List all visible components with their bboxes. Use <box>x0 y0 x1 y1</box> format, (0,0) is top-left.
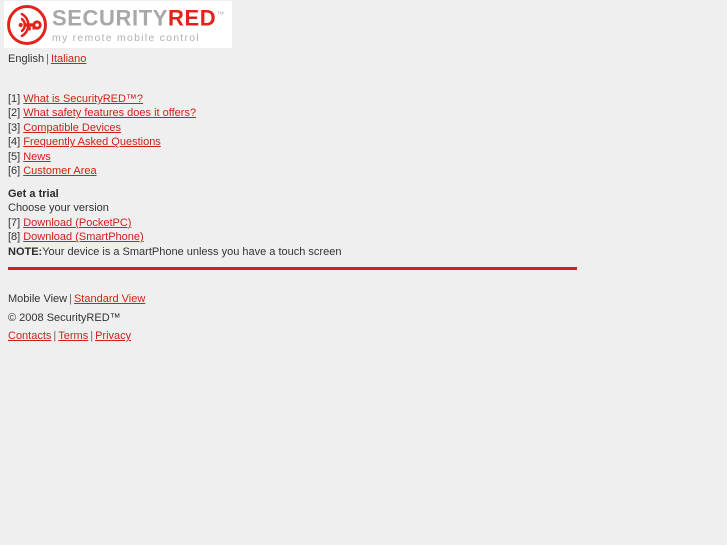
nav-item-faq: [4] Frequently Asked Questions <box>8 135 196 149</box>
logo-tagline: my remote mobile control <box>52 32 200 45</box>
nav-link-compatible-devices[interactable]: Compatible Devices <box>23 122 121 134</box>
nav-item-number: [4] <box>8 136 21 149</box>
nav-item-news: [5] News <box>8 150 196 164</box>
securityred-signal-key-logo-icon <box>7 4 47 45</box>
view-separator: | <box>69 293 72 305</box>
note-label: NOTE: <box>8 245 43 258</box>
logo-brand-name: SECURITYRED™ <box>52 4 224 29</box>
footer-links: Contacts | Terms | Privacy <box>8 327 145 346</box>
nav-item-number: [3] <box>8 121 21 134</box>
nav-link-what-is-securityred[interactable]: What is SecurityRED™? <box>23 93 143 105</box>
footer-link-terms[interactable]: Terms <box>58 330 88 342</box>
logo-trademark-symbol: ™ <box>216 9 225 19</box>
nav-item-number: [5] <box>8 150 21 163</box>
nav-item-customer-area: [6] Customer Area <box>8 164 196 178</box>
device-note: NOTE:Your device is a SmartPhone unless … <box>8 245 341 259</box>
language-current-english: English <box>8 53 45 65</box>
site-logo-banner[interactable]: SECURITYRED™ my remote mobile control <box>4 1 232 48</box>
nav-link-safety-features[interactable]: What safety features does it offers? <box>23 107 196 119</box>
download-item-smartphone: [8] Download (SmartPhone) <box>8 230 341 244</box>
logo-wordmark: SECURITYRED™ my remote mobile control <box>52 4 224 45</box>
download-link-pocketpc[interactable]: Download (PocketPC) <box>23 217 131 229</box>
get-a-trial-heading: Get a trial <box>8 188 59 200</box>
download-item-number: [7] <box>8 216 21 229</box>
nav-link-news[interactable]: News <box>23 151 51 163</box>
download-item-number: [8] <box>8 231 21 244</box>
language-separator: | <box>46 53 49 65</box>
footer-link-contacts[interactable]: Contacts <box>8 330 51 342</box>
nav-link-faq[interactable]: Frequently Asked Questions <box>23 136 161 148</box>
download-item-pocketpc: [7] Download (PocketPC) <box>8 216 341 230</box>
get-a-trial-section: Get a trial Choose your version [7] Downl… <box>8 187 341 259</box>
nav-item-number: [1] <box>8 93 21 105</box>
language-link-italiano[interactable]: Italiano <box>51 53 86 65</box>
nav-item-number: [6] <box>8 165 21 178</box>
language-switcher: English | Italiano <box>8 53 86 65</box>
view-link-standard[interactable]: Standard View <box>74 293 145 305</box>
nav-item-what-is: [1] What is SecurityRED™? <box>8 92 196 106</box>
nav-item-number: [2] <box>8 107 21 120</box>
page-footer: Mobile View | Standard View © 2008 Securit… <box>8 290 145 346</box>
note-text: Your device is a SmartPhone unless you h… <box>42 245 342 258</box>
main-navigation-list: [1] What is SecurityRED™? [2] What safety … <box>8 92 196 178</box>
red-horizontal-divider <box>8 267 577 270</box>
nav-item-compatible-devices: [3] Compatible Devices <box>8 121 196 135</box>
logo-brand-red: RED <box>168 5 217 31</box>
nav-item-safety-features: [2] What safety features does it offers? <box>8 106 196 120</box>
choose-your-version-text: Choose your version <box>8 202 109 215</box>
view-current-mobile: Mobile View <box>8 293 68 305</box>
download-link-smartphone[interactable]: Download (SmartPhone) <box>23 231 143 243</box>
logo-brand-security: SECURITY <box>52 5 169 31</box>
footer-link-privacy[interactable]: Privacy <box>95 330 131 342</box>
copyright-text: © 2008 SecurityRED™ <box>8 311 121 324</box>
view-switcher: Mobile View | Standard View <box>8 290 145 309</box>
nav-link-customer-area[interactable]: Customer Area <box>23 165 96 177</box>
